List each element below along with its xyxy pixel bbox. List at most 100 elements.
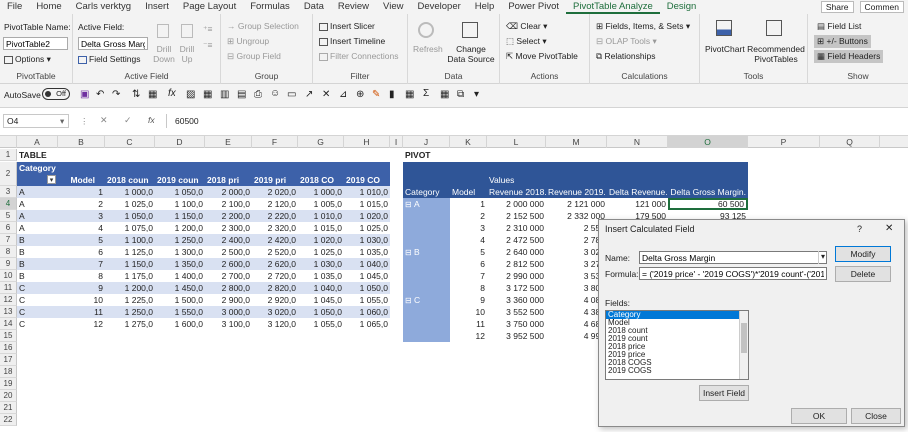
table-header-1[interactable]: 2018 coun xyxy=(105,174,155,186)
table-cell-r3-B[interactable]: 1 xyxy=(58,186,105,198)
comment-icon[interactable]: ▭ xyxy=(287,89,296,100)
field-headers-toggle[interactable]: ▦ Field Headers xyxy=(814,50,884,63)
lock-icon[interactable]: ⊕ xyxy=(356,89,364,100)
menu-tab-power-pivot[interactable]: Power Pivot xyxy=(501,0,566,14)
table-header-6[interactable]: 2019 CO xyxy=(344,174,390,186)
table-cell-r5-G[interactable]: 1 010,0 xyxy=(298,210,344,222)
move-pivottable-button[interactable]: ⇱ Move PivotTable xyxy=(506,51,578,62)
menu-tab-data[interactable]: Data xyxy=(297,0,331,14)
pivot-header-5[interactable]: Delta Gross Margin. xyxy=(668,186,748,198)
pivot-cell-r14-K[interactable]: 11 xyxy=(450,318,487,330)
function-icon[interactable]: fx xyxy=(168,88,176,99)
table-cell-r13-G[interactable]: 1 050,0 xyxy=(298,306,344,318)
table-cell-r7-F[interactable]: 2 420,0 xyxy=(252,234,298,246)
pivot-cell-r4-N[interactable]: 121 000 xyxy=(607,198,668,210)
table-icon[interactable]: ▦ xyxy=(148,89,157,100)
shapes-icon[interactable]: ⊿ xyxy=(339,89,347,100)
insert-function-button[interactable]: fx xyxy=(148,115,155,125)
table-cell-r9-D[interactable]: 1 350,0 xyxy=(155,258,205,270)
table-cell-r11-C[interactable]: 1 200,0 xyxy=(105,282,155,294)
field-list-button[interactable]: ▤ Field List xyxy=(814,20,864,33)
table-cell-r9-H[interactable]: 1 040,0 xyxy=(344,258,390,270)
scrollbar-thumb[interactable] xyxy=(741,323,747,353)
table-cell-r8-C[interactable]: 1 125,0 xyxy=(105,246,155,258)
row-header-19[interactable]: 19 xyxy=(0,378,17,390)
pivot-cell-r5-K[interactable]: 2 xyxy=(450,210,487,222)
field-item[interactable]: 2019 COGS xyxy=(606,367,748,375)
collapse-icon[interactable]: ⊟ xyxy=(405,248,414,257)
pivot-cell-r4-L[interactable]: 2 000 000 xyxy=(487,198,546,210)
format-icon[interactable]: ▤ xyxy=(237,89,246,100)
table-cell-r14-B[interactable]: 12 xyxy=(58,318,105,330)
pivot-cell-r10-K[interactable]: 7 xyxy=(450,270,487,282)
table-cell-r4-A[interactable]: A xyxy=(17,198,58,210)
pivot-header-0[interactable]: Category xyxy=(403,186,450,198)
table-cell-r6-F[interactable]: 2 320,0 xyxy=(252,222,298,234)
collapse-icon[interactable]: ⊟ xyxy=(405,200,414,209)
table-header-5[interactable]: 2018 CO xyxy=(298,174,344,186)
table-cell-r14-G[interactable]: 1 055,0 xyxy=(298,318,344,330)
delete-button[interactable]: Delete xyxy=(835,266,891,282)
filter-connections-button[interactable]: Filter Connections xyxy=(319,51,399,61)
table-cell-r5-B[interactable]: 3 xyxy=(58,210,105,222)
drill-down-button[interactable]: Drill Down xyxy=(153,44,175,64)
table-cell-r14-D[interactable]: 1 600,0 xyxy=(155,318,205,330)
table-cell-r11-H[interactable]: 1 050,0 xyxy=(344,282,390,294)
column-header-K[interactable]: K xyxy=(450,136,487,148)
row-header-6[interactable]: 6 xyxy=(0,222,17,234)
table-cell-r6-H[interactable]: 1 025,0 xyxy=(344,222,390,234)
pivot-header-1[interactable]: Model xyxy=(450,186,487,198)
menu-tab-view[interactable]: View xyxy=(376,0,410,14)
plus-minus-buttons-toggle[interactable]: ⊞ +/- Buttons xyxy=(814,35,871,48)
pivot-cell-r9-L[interactable]: 2 812 500 xyxy=(487,258,546,270)
pivot-cell-r4-M[interactable]: 2 121 000 xyxy=(546,198,607,210)
table-cell-r3-E[interactable]: 2 000,0 xyxy=(205,186,252,198)
column-header-I[interactable]: I xyxy=(390,136,403,148)
cancel-formula-icon[interactable]: ✕ xyxy=(100,115,108,126)
group-field-button[interactable]: ⊟ Group Field xyxy=(227,51,281,62)
table-cell-r12-H[interactable]: 1 055,0 xyxy=(344,294,390,306)
options-button[interactable]: Options ▾ xyxy=(4,54,51,65)
table-cell-r10-G[interactable]: 1 035,0 xyxy=(298,270,344,282)
table-cell-r13-H[interactable]: 1 060,0 xyxy=(344,306,390,318)
menu-tab-pivottable-analyze[interactable]: PivotTable Analyze xyxy=(566,0,660,14)
sort-icon[interactable]: ⇅ xyxy=(132,89,140,100)
field-settings-button[interactable]: Field Settings xyxy=(78,54,141,64)
pivot-header-3[interactable]: Revenue 2019. xyxy=(546,186,607,198)
column-header-F[interactable]: F xyxy=(252,136,298,148)
table-cell-r10-E[interactable]: 2 700,0 xyxy=(205,270,252,282)
table-cell-r11-G[interactable]: 1 040,0 xyxy=(298,282,344,294)
filter-dropdown-icon[interactable]: ▾ xyxy=(47,175,56,184)
pivot-cell-r12-L[interactable]: 3 360 000 xyxy=(487,294,546,306)
pivot-cell-r6-L[interactable]: 2 310 000 xyxy=(487,222,546,234)
comments-button[interactable]: Commen xyxy=(859,1,904,13)
table-cell-r4-H[interactable]: 1 015,0 xyxy=(344,198,390,210)
image-icon[interactable]: ▨ xyxy=(186,89,195,100)
formula-field[interactable] xyxy=(639,267,827,280)
relationships-button[interactable]: ⧉ Relationships xyxy=(596,51,655,62)
selected-cell-O4[interactable]: 60 500 xyxy=(668,198,748,210)
clear-button[interactable]: ⌫ Clear ▾ xyxy=(506,21,547,32)
ok-button[interactable]: OK xyxy=(791,408,847,424)
table-cell-r13-C[interactable]: 1 250,0 xyxy=(105,306,155,318)
pivot-cell-r10-L[interactable]: 2 990 000 xyxy=(487,270,546,282)
select-button[interactable]: ⬚ Select ▾ xyxy=(506,36,547,47)
table-cell-r6-A[interactable]: A xyxy=(17,222,58,234)
table-cell-r11-F[interactable]: 2 820,0 xyxy=(252,282,298,294)
pivot-category-C[interactable]: ⊟ C xyxy=(403,294,450,342)
pivot-cell-r14-L[interactable]: 3 750 000 xyxy=(487,318,546,330)
column-header-N[interactable]: N xyxy=(607,136,668,148)
row-header-10[interactable]: 10 xyxy=(0,270,17,282)
column-header-Q[interactable]: Q xyxy=(820,136,880,148)
table-cell-r6-C[interactable]: 1 075,0 xyxy=(105,222,155,234)
pivot-cell-r7-K[interactable]: 4 xyxy=(450,234,487,246)
modify-button[interactable]: Modify xyxy=(835,246,891,262)
row-header-14[interactable]: 14 xyxy=(0,318,17,330)
column-header-J[interactable]: J xyxy=(403,136,450,148)
grid2-icon[interactable]: ▦ xyxy=(405,89,414,100)
table-cell-r12-A[interactable]: C xyxy=(17,294,58,306)
pivot-cell-r13-K[interactable]: 10 xyxy=(450,306,487,318)
table-cell-r7-D[interactable]: 1 250,0 xyxy=(155,234,205,246)
name-dropdown-icon[interactable]: ▾ xyxy=(818,251,827,264)
table-cell-r8-H[interactable]: 1 035,0 xyxy=(344,246,390,258)
